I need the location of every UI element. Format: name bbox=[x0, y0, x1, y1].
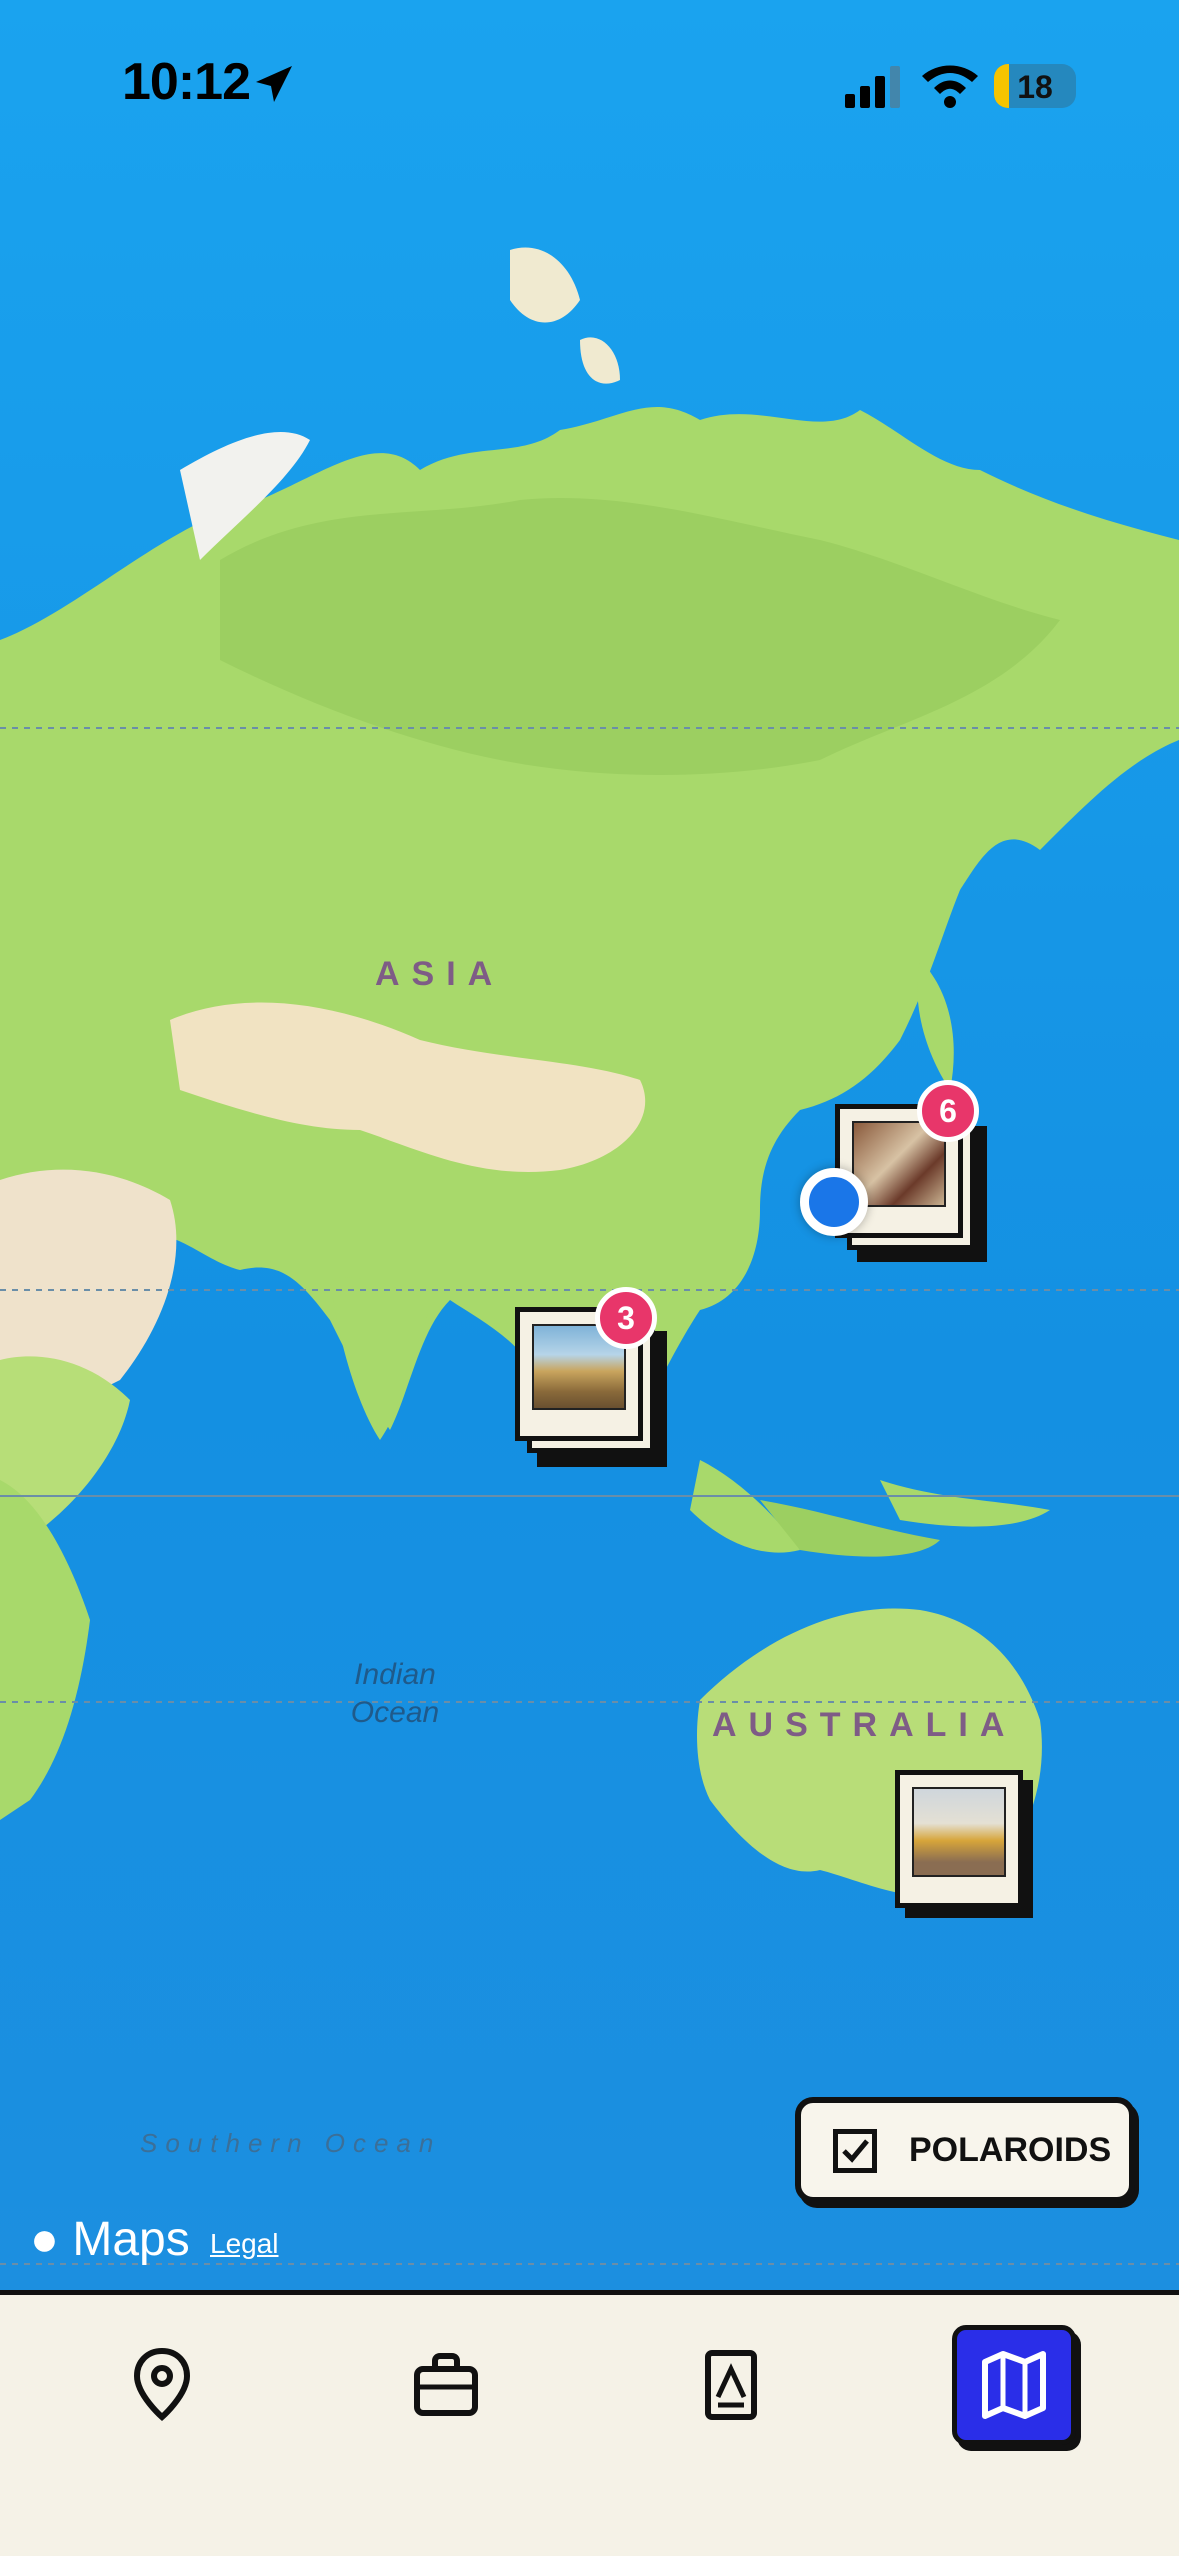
cellular-signal-icon bbox=[845, 66, 900, 108]
count-badge: 6 bbox=[917, 1080, 979, 1142]
tab-map[interactable] bbox=[952, 2325, 1076, 2445]
indian-ocean-line2: Ocean bbox=[350, 1696, 440, 1729]
tab-places[interactable] bbox=[127, 2345, 197, 2425]
apple-logo-icon: ● bbox=[30, 2213, 59, 2266]
polaroids-label: POLAROIDS bbox=[909, 2131, 1112, 2169]
apple-maps-attribution: ● Maps bbox=[30, 2212, 190, 2267]
checkbox[interactable] bbox=[833, 2129, 877, 2173]
photo-cluster-marker-thailand[interactable]: 3 bbox=[515, 1287, 675, 1475]
australia-label: AUSTRALIA bbox=[712, 1706, 1017, 1744]
location-arrow-icon bbox=[256, 66, 292, 102]
map-background bbox=[0, 0, 1179, 2290]
tab-trips[interactable] bbox=[411, 2345, 481, 2425]
tab-journal[interactable] bbox=[696, 2345, 766, 2425]
photo-marker-australia[interactable] bbox=[895, 1770, 1035, 1920]
wifi-icon bbox=[922, 65, 978, 108]
indian-ocean-label: Indian Ocean bbox=[335, 1656, 455, 1732]
tab-bar bbox=[0, 2290, 1179, 2556]
address-book-icon bbox=[705, 2350, 757, 2420]
map-view[interactable]: ASIA AUSTRALIA Indian Ocean Southern Oce… bbox=[0, 0, 1179, 2290]
polaroid-photo bbox=[912, 1787, 1006, 1877]
legal-link[interactable]: Legal bbox=[210, 2228, 279, 2260]
status-bar: 10:12 18 bbox=[0, 0, 1179, 150]
indian-ocean-line1: Indian bbox=[354, 1658, 436, 1691]
checkmark-icon bbox=[842, 2139, 869, 2163]
count-badge: 3 bbox=[595, 1287, 657, 1349]
map-icon bbox=[982, 2351, 1046, 2419]
briefcase-icon bbox=[414, 2353, 478, 2416]
battery-level: 18 bbox=[1017, 69, 1053, 105]
battery-indicator: 18 bbox=[994, 64, 1076, 108]
asia-label: ASIA bbox=[375, 955, 505, 993]
location-pin-icon bbox=[133, 2347, 191, 2421]
current-location-dot bbox=[800, 1168, 868, 1236]
southern-ocean-label: Southern Ocean bbox=[140, 2128, 442, 2158]
polaroids-toggle[interactable]: POLAROIDS bbox=[795, 2097, 1135, 2203]
polaroid-card bbox=[895, 1770, 1023, 1908]
maps-text: Maps bbox=[72, 2213, 190, 2266]
clock: 10:12 bbox=[122, 53, 251, 111]
